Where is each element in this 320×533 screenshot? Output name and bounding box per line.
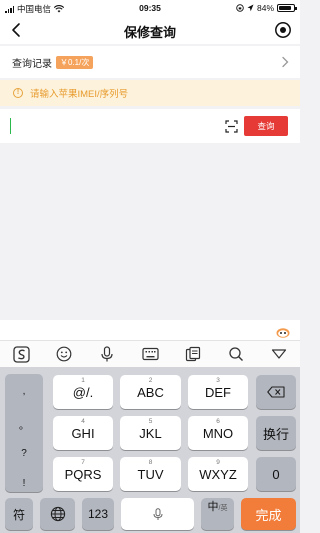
status-bar: 中国电信 09:35 84%: [0, 0, 300, 16]
key-8[interactable]: 8 TUV: [120, 457, 181, 491]
price-badge: ￥0.1/次: [56, 55, 94, 69]
key-9-digit: 9: [216, 459, 220, 466]
key-7[interactable]: 7 PQRS: [53, 457, 113, 491]
target-circle-icon[interactable]: [274, 21, 292, 39]
info-icon: !: [13, 88, 23, 98]
key-6[interactable]: 6 MNO: [188, 416, 248, 450]
search-row: 查询: [0, 109, 300, 143]
zero-label: 0: [272, 466, 280, 482]
sogou-logo-icon[interactable]: [12, 345, 30, 363]
space-mic-icon: [153, 507, 162, 520]
records-label: 查询记录: [12, 58, 52, 70]
ime-mascot-icon[interactable]: [276, 326, 290, 338]
space-key[interactable]: [121, 498, 194, 530]
nine-key-keyboard: , 。 ? ! 1 @/. 2 ABC 3 DEF 4 GHI 5 JKL 6 …: [0, 367, 300, 533]
battery-percent: 84%: [256, 3, 274, 13]
key-5-label: JKL: [139, 425, 162, 441]
key-6-label: MNO: [202, 425, 234, 441]
keyboard-switch-icon[interactable]: [141, 345, 159, 363]
key-3-digit: 3: [216, 377, 220, 384]
key-4-label: GHI: [71, 425, 95, 441]
key-5-digit: 5: [148, 418, 153, 425]
collapse-keyboard-icon[interactable]: [270, 345, 288, 363]
key-7-digit: 7: [81, 459, 85, 466]
key-1-label: @/.: [72, 384, 94, 400]
globe-key[interactable]: [40, 498, 75, 530]
backspace-icon: [267, 386, 285, 398]
newline-key[interactable]: 换行: [256, 416, 296, 450]
lock-rotation-icon: [236, 4, 244, 12]
done-key[interactable]: 完成: [241, 498, 296, 530]
chevron-right-icon: [282, 56, 289, 68]
battery-icon: [277, 4, 297, 12]
keyboard-top-band: [0, 320, 300, 340]
query-records-row[interactable]: 查询记录 ￥0.1/次: [0, 46, 300, 78]
query-button[interactable]: 查询: [244, 116, 288, 136]
nav-bar: 保修查询: [0, 16, 300, 44]
numbers-key[interactable]: 123: [82, 498, 114, 530]
key-6-digit: 6: [216, 418, 220, 425]
key-7-label: PQRS: [64, 466, 102, 482]
punct-exclaim[interactable]: !: [5, 478, 43, 489]
location-icon: [247, 4, 254, 12]
globe-icon: [50, 506, 65, 522]
search-icon[interactable]: [227, 345, 245, 363]
clipboard-icon[interactable]: [184, 345, 202, 363]
key-3-label: DEF: [205, 384, 231, 400]
language-key[interactable]: 中 /英: [201, 498, 234, 530]
scan-icon[interactable]: [225, 120, 238, 133]
numbers-label: 123: [87, 507, 109, 521]
key-1[interactable]: 1 @/.: [53, 375, 113, 409]
language-main-label: 中: [207, 501, 219, 513]
key-2-digit: 2: [148, 377, 153, 384]
punct-comma[interactable]: ,: [5, 386, 43, 397]
key-5[interactable]: 5 JKL: [120, 416, 181, 450]
notice-text: 请输入苹果IMEI/序列号: [30, 89, 129, 100]
key-4-digit: 4: [81, 418, 85, 425]
key-9[interactable]: 9 WXYZ: [188, 457, 248, 491]
symbols-key[interactable]: 符: [5, 498, 33, 530]
key-8-label: TUV: [137, 466, 164, 482]
microphone-icon[interactable]: [98, 345, 116, 363]
backspace-key[interactable]: [256, 375, 296, 409]
punct-period[interactable]: 。: [5, 417, 43, 432]
key-2-label: ABC: [137, 384, 164, 400]
emoji-icon[interactable]: [55, 345, 73, 363]
key-4[interactable]: 4 GHI: [53, 416, 113, 450]
page-title: 保修查询: [123, 25, 176, 40]
notice-banner: ! 请输入苹果IMEI/序列号: [0, 80, 300, 106]
key-2[interactable]: 2 ABC: [120, 375, 181, 409]
done-label: 完成: [255, 507, 282, 523]
punctuation-column[interactable]: , 。 ? !: [5, 374, 43, 492]
keyboard-toolbar: [0, 340, 300, 367]
newline-label: 换行: [262, 426, 289, 442]
punct-question[interactable]: ?: [5, 448, 43, 459]
status-right: 84%: [236, 3, 297, 13]
imei-input[interactable]: [10, 118, 210, 134]
zero-key[interactable]: 0: [256, 457, 296, 491]
key-3[interactable]: 3 DEF: [188, 375, 248, 409]
key-1-digit: 1: [81, 377, 85, 384]
symbols-label: 符: [12, 507, 25, 522]
key-8-digit: 8: [148, 459, 153, 466]
key-9-label: WXYZ: [199, 466, 237, 482]
language-sub-label: /英: [218, 505, 228, 512]
battery-fill: [279, 6, 291, 10]
